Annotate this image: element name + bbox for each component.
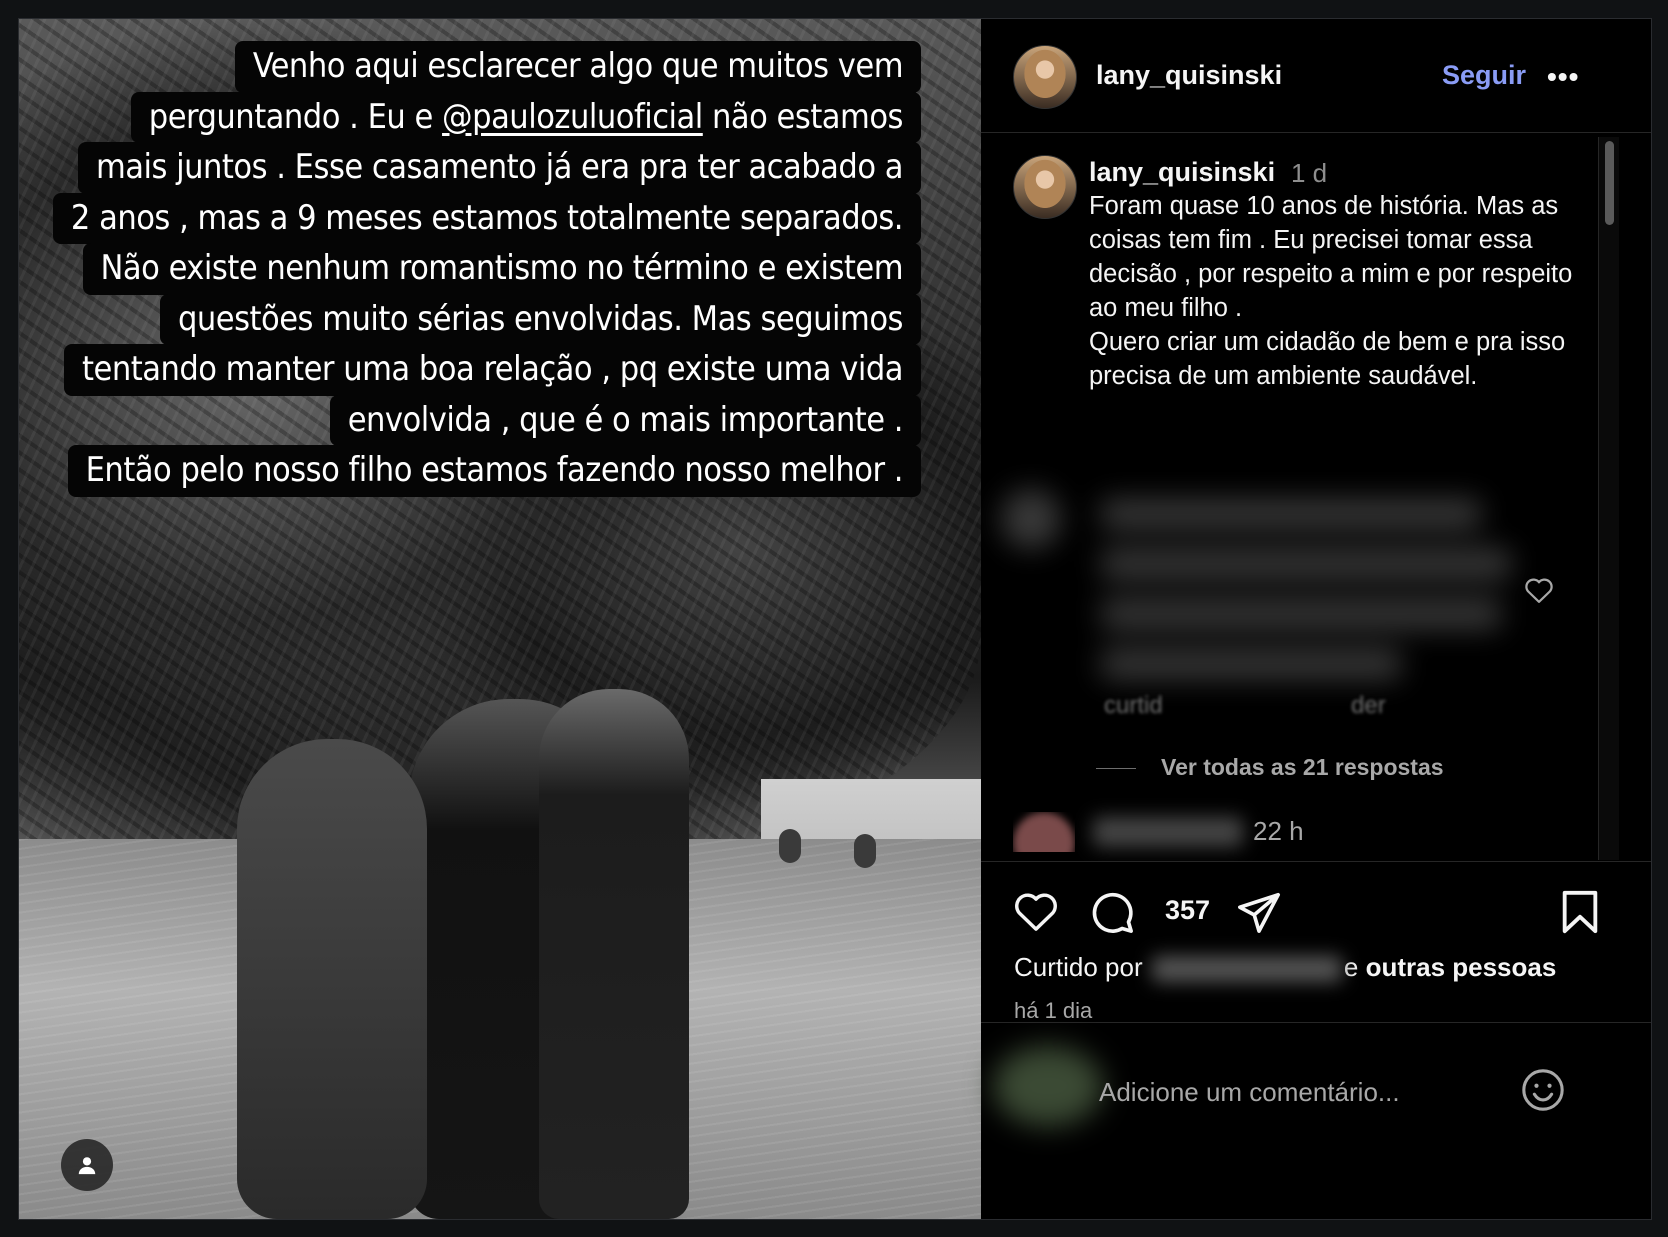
post-image: Venho aqui esclarecer algo que muitos ve… [19,19,981,1219]
comment-bubble-icon[interactable] [1089,889,1135,935]
story-line: mais juntos . Esse casamento já era pra … [77,142,921,194]
liked-by-prefix: Curtido por [1014,952,1143,982]
story-line: perguntando . Eu e @paulozuluoficial não… [130,91,921,143]
author-avatar[interactable] [1013,45,1077,109]
next-comment-avatar[interactable] [1013,812,1075,852]
comment-reply-partial[interactable]: der [1351,692,1386,720]
next-comment-time: 22 h [1253,816,1304,846]
follow-button[interactable]: Seguir [1442,60,1526,91]
paper-plane-icon[interactable] [1236,889,1282,935]
story-line: envolvida , que é o mais importante . [329,394,921,446]
story-text-overlay: Venho aqui esclarecer algo que muitos ve… [41,41,921,497]
tagged-users-button[interactable] [61,1139,113,1191]
blurred-comment [981,479,1541,739]
header-divider [981,132,1651,133]
current-user-avatar [993,1046,1103,1126]
liked-by-user[interactable] [1151,956,1342,983]
next-comment-username[interactable] [1093,817,1243,847]
comments-scrollbar[interactable] [1598,137,1619,860]
smiley-icon[interactable] [1520,1067,1566,1113]
caption-time: 1 d [1291,158,1328,188]
swimmer [779,829,801,863]
liked-by-conjunction: e [1343,952,1359,982]
comment-input[interactable] [1097,1071,1501,1113]
post-sidebar: lany_quisinski Seguir ••• lany_quisinski… [981,19,1651,1219]
story-line: tentando manter uma boa relação , pq exi… [64,344,921,396]
caption-username[interactable]: lany_quisinski [1089,157,1275,188]
post-date[interactable]: há 1 dia [1014,998,1092,1024]
comment-divider [981,1022,1651,1023]
more-options-icon[interactable]: ••• [1547,61,1579,93]
story-line: 2 anos , mas a 9 meses estamos totalment… [52,192,921,244]
person-boy [539,689,689,1219]
story-line: questões muito sérias envolvidas. Mas se… [159,293,921,345]
user-icon [78,1157,96,1175]
heart-icon[interactable] [1013,890,1059,932]
liked-by-text: Curtido por e outras pessoas [1014,952,1556,983]
caption-avatar[interactable] [1013,155,1077,219]
mention-link[interactable]: @paulozuluoficial [442,97,703,137]
swimmer [854,834,876,868]
likes-others-link[interactable]: outras pessoas [1366,952,1557,982]
comment-like-heart-icon[interactable] [1524,576,1554,604]
story-line: Não existe nenhum romantismo no término … [82,243,921,295]
scrollbar-thumb[interactable] [1605,141,1614,225]
view-replies-button[interactable]: Ver todas as 21 respostas [1161,754,1444,781]
replies-divider [1096,768,1136,769]
bookmark-icon[interactable] [1559,889,1601,935]
comment-count: 357 [1165,895,1211,925]
person-woman [237,739,427,1219]
story-line: Então pelo nosso filho estamos fazendo n… [67,445,921,497]
author-username[interactable]: lany_quisinski [1096,60,1282,91]
comment-likes-partial: curtid [1104,692,1163,719]
story-line: Venho aqui esclarecer algo que muitos ve… [234,41,921,93]
post-actions-area: 357 Curtido por e outras pessoas há 1 di… [981,861,1651,1219]
caption-text: Foram quase 10 anos de história. Mas as … [1089,192,1573,390]
actions-divider [981,861,1651,862]
